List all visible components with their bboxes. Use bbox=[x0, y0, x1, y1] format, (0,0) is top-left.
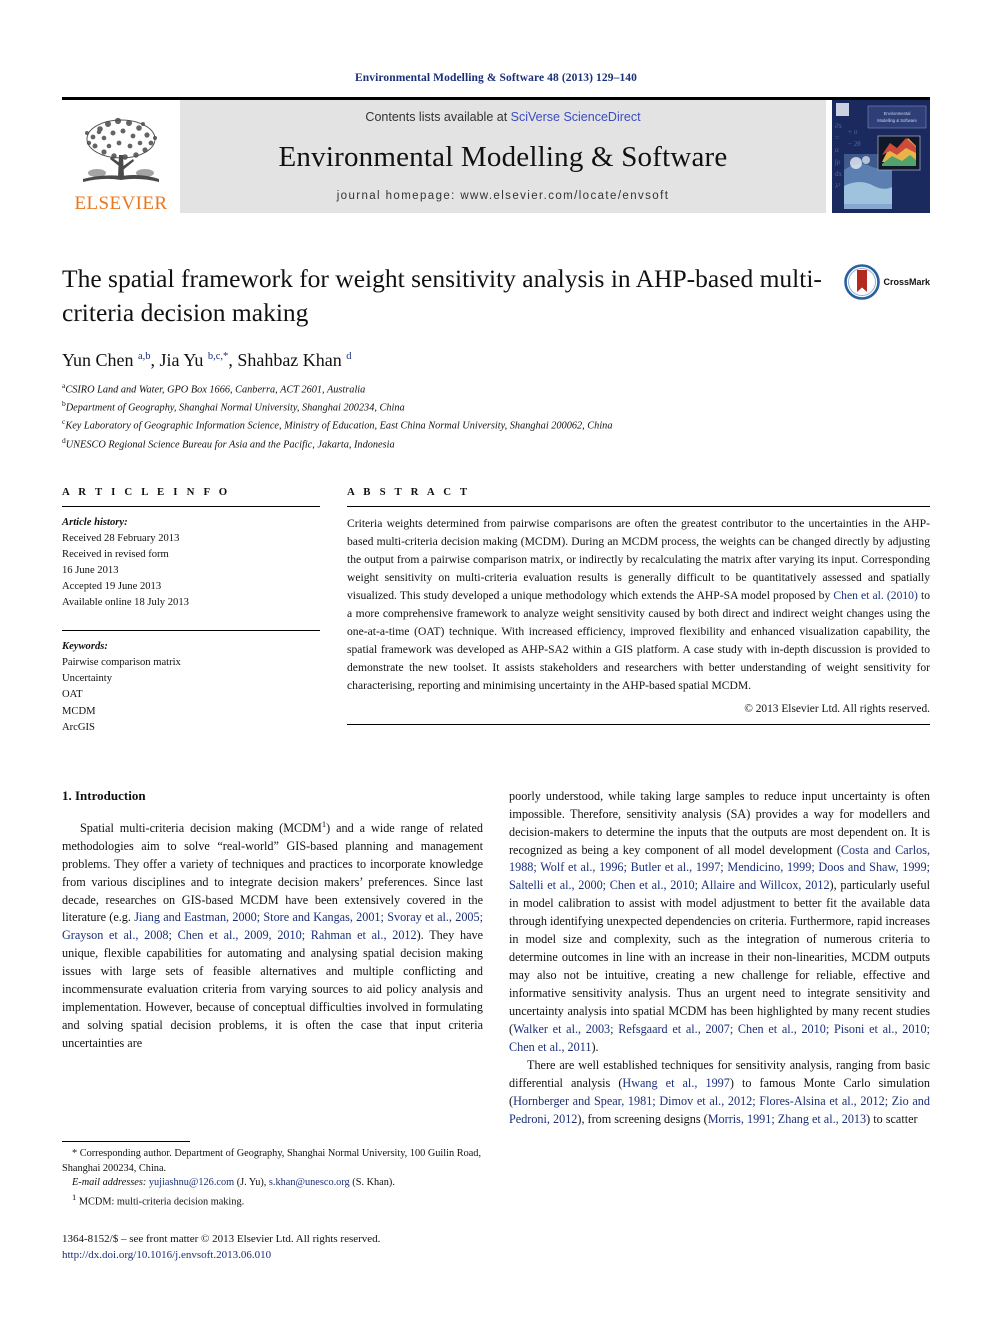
article-info-heading: A R T I C L E I N F O bbox=[62, 485, 231, 498]
abstract-rule bbox=[347, 505, 930, 507]
svg-text:Modelling & Software: Modelling & Software bbox=[877, 118, 917, 123]
footnote-marker[interactable]: 1 bbox=[322, 819, 326, 829]
imprint-line: 1364-8152/$ – see front matter © 2013 El… bbox=[62, 1232, 381, 1245]
intro-paragraph-right-2: There are well established techniques fo… bbox=[509, 1057, 930, 1126]
page-title: The spatial framework for weight sensiti… bbox=[62, 264, 822, 327]
article-history-label: Article history: bbox=[62, 516, 128, 528]
body-column-right: poorly understood, while taking large sa… bbox=[509, 788, 930, 1264]
abstract-citation[interactable]: Chen et al. (2010) bbox=[833, 589, 917, 602]
keywords-block: Keywords: Pairwise comparison matrix Unce… bbox=[62, 639, 320, 736]
elsevier-tree-icon bbox=[83, 117, 159, 182]
journal-masthead: ELSEVIER Contents lists available at Sci… bbox=[62, 97, 930, 213]
crossmark-icon bbox=[844, 264, 881, 300]
history-line: Received 28 February 2013 bbox=[62, 532, 180, 544]
masthead-center: Contents lists available at SciVerse Sci… bbox=[180, 100, 826, 213]
citation-group[interactable]: Morris, 1991; Zhang et al., 2013 bbox=[708, 1112, 866, 1126]
footnote-emails: E-mail addresses: yujiashnu@126.com (J. … bbox=[72, 1177, 395, 1189]
history-line: 16 June 2013 bbox=[62, 564, 119, 576]
footnote-corresponding-author: * Corresponding author. Department of Ge… bbox=[62, 1147, 482, 1174]
history-lines: Received 28 February 2013 Received in rev… bbox=[62, 531, 320, 611]
copyright-line: © 2013 Elsevier Ltd. All rights reserved… bbox=[744, 703, 930, 716]
footnote-number: 1 bbox=[72, 1192, 77, 1203]
svg-text:∂x: ∂x bbox=[835, 122, 842, 130]
svg-text:− 2θ: − 2θ bbox=[848, 140, 861, 148]
affiliation-item: bDepartment of Geography, Shanghai Norma… bbox=[62, 399, 405, 414]
body-columns: 1. Introduction Spatial multi-criteria d… bbox=[62, 788, 930, 1264]
elsevier-logo: ELSEVIER bbox=[62, 100, 180, 213]
email-link-2[interactable]: s.khan@unesco.org bbox=[269, 1177, 350, 1188]
article-info-column: A R T I C L E I N F O Article history: R… bbox=[62, 486, 320, 736]
journal-cover-thumbnail: ∂x=α ∫ρdxλ² + σ− 2θμ Environmental Model… bbox=[832, 100, 930, 213]
abstract-heading: A B S T R A C T bbox=[347, 485, 471, 498]
svg-text:α: α bbox=[835, 146, 839, 154]
info-abstract-section: A R T I C L E I N F O Article history: R… bbox=[62, 486, 930, 736]
history-line: Received in revised form bbox=[62, 548, 169, 560]
elsevier-wordmark: ELSEVIER bbox=[74, 193, 168, 214]
doi-link[interactable]: http://dx.doi.org/10.1016/j.envsoft.2013… bbox=[62, 1247, 483, 1264]
abstract-bottom-rule bbox=[347, 724, 930, 726]
citation-group[interactable]: Jiang and Eastman, 2000; Store and Kanga… bbox=[62, 910, 483, 942]
svg-text:Environmental: Environmental bbox=[884, 111, 911, 116]
title-block: The spatial framework for weight sensiti… bbox=[62, 262, 930, 329]
keyword-item: ArcGIS bbox=[62, 721, 95, 733]
email-link-1[interactable]: yujiashnu@126.com bbox=[149, 1177, 234, 1188]
keyword-item: OAT bbox=[62, 689, 83, 701]
keyword-lines: Pairwise comparison matrix Uncertainty OAT… bbox=[62, 655, 320, 735]
running-head: Environmental Modelling & Software 48 (2… bbox=[354, 72, 638, 84]
svg-text:dx: dx bbox=[835, 170, 843, 178]
crossmark-label: CrossMark bbox=[883, 277, 930, 287]
body-column-left: 1. Introduction Spatial multi-criteria d… bbox=[62, 788, 483, 1264]
journal-title: Environmental Modelling & Software bbox=[278, 140, 728, 173]
article-info-rule bbox=[62, 505, 320, 507]
crossmark-badge[interactable]: CrossMark bbox=[844, 264, 930, 300]
article-history: Article history: Received 28 February 20… bbox=[62, 515, 320, 612]
affiliation-item: aCSIRO Land and Water, GPO Box 1666, Can… bbox=[62, 381, 366, 396]
email-label: E-mail addresses: bbox=[72, 1177, 147, 1189]
paper-page: Environmental Modelling & Software 48 (2… bbox=[0, 0, 992, 1323]
footnote-block: * Corresponding author. Department of Ge… bbox=[62, 1140, 483, 1264]
intro-paragraph-right-1: poorly understood, while taking large sa… bbox=[509, 788, 930, 1054]
journal-homepage[interactable]: journal homepage: www.elsevier.com/locat… bbox=[337, 190, 670, 202]
section-title-introduction: 1. Introduction bbox=[62, 787, 146, 803]
history-line: Available online 18 July 2013 bbox=[62, 597, 189, 609]
affiliation-item: dUNESCO Regional Science Bureau for Asia… bbox=[62, 435, 395, 450]
abstract-column: A B S T R A C T Criteria weights determi… bbox=[320, 486, 930, 736]
keyword-item: MCDM bbox=[62, 705, 96, 717]
svg-text:∫ρ: ∫ρ bbox=[834, 158, 841, 166]
cover-art: ∂x=α ∫ρdxλ² + σ− 2θμ Environmental Model… bbox=[832, 100, 930, 213]
footnote-rule bbox=[62, 1140, 190, 1142]
sciencedirect-link[interactable]: SciVerse ScienceDirect bbox=[511, 110, 641, 124]
keywords-label: Keywords: bbox=[62, 641, 108, 653]
imprint-block: 1364-8152/$ – see front matter © 2013 El… bbox=[62, 1231, 483, 1264]
intro-paragraph-left: Spatial multi-criteria decision making (… bbox=[62, 818, 483, 1050]
keywords-rule bbox=[62, 630, 320, 632]
footnote-abbreviation: 1 MCDM: multi-criteria decision making. bbox=[72, 1192, 245, 1208]
affiliation-item: cKey Laboratory of Geographic Informatio… bbox=[62, 417, 613, 432]
author-list: Yun Chen a,b, Jia Yu b,c,*, Shahbaz Khan… bbox=[62, 350, 352, 371]
contents-prefix: Contents lists available at bbox=[365, 110, 511, 124]
history-line: Accepted 19 June 2013 bbox=[62, 580, 162, 592]
citation-group[interactable]: Costa and Carlos, 1988; Wolf et al., 199… bbox=[509, 843, 930, 893]
citation-group[interactable]: Hwang et al., 1997 bbox=[622, 1076, 729, 1090]
svg-text:λ²: λ² bbox=[835, 182, 841, 190]
keyword-item: Uncertainty bbox=[62, 673, 113, 685]
svg-text:=: = bbox=[835, 134, 839, 142]
affiliation-list: aCSIRO Land and Water, GPO Box 1666, Can… bbox=[62, 380, 930, 452]
keyword-item: Pairwise comparison matrix bbox=[62, 657, 181, 669]
svg-text:+ σ: + σ bbox=[848, 128, 858, 136]
contents-line: Contents lists available at SciVerse Sci… bbox=[365, 110, 640, 124]
abstract-text: Criteria weights determined from pairwis… bbox=[347, 516, 930, 693]
citation-group[interactable]: Walker et al., 2003; Refsgaard et al., 2… bbox=[509, 1022, 930, 1054]
